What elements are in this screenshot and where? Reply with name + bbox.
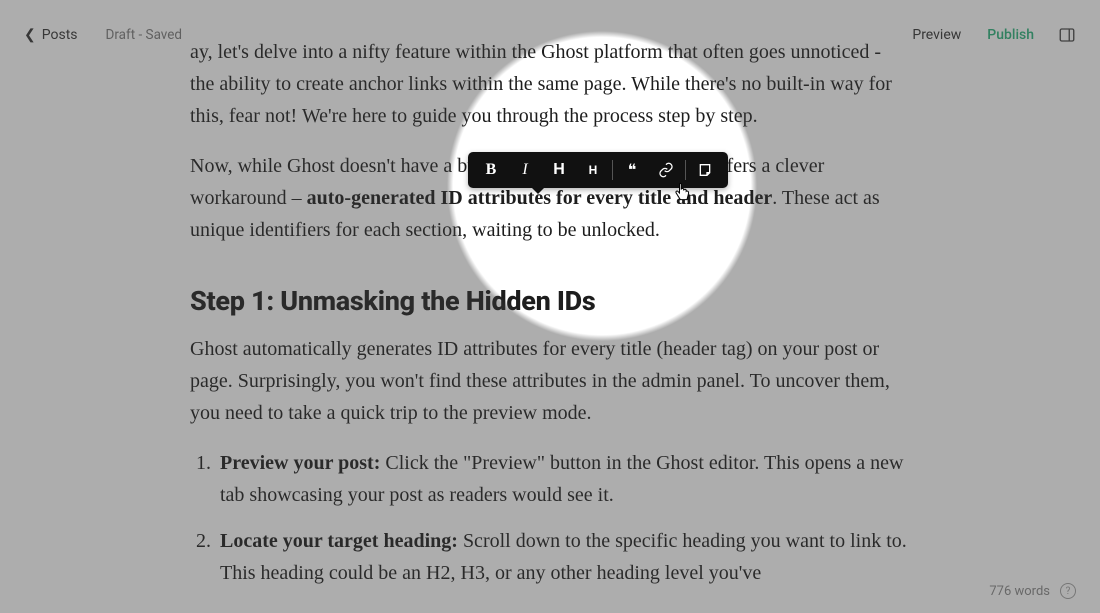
toolbar-separator [685, 160, 686, 180]
list-item[interactable]: Preview your post: Click the "Preview" b… [216, 447, 910, 511]
back-label: Posts [42, 27, 78, 43]
help-button[interactable]: ? [1060, 583, 1076, 599]
paragraph[interactable]: Ghost automatically generates ID attribu… [190, 333, 910, 429]
publish-button[interactable]: Publish [987, 27, 1034, 43]
link-button[interactable] [649, 152, 683, 188]
settings-panel-toggle[interactable] [1058, 26, 1076, 44]
editor-canvas[interactable]: ay, let's delve into a nifty feature wit… [0, 0, 1100, 613]
toolbar-separator [612, 160, 613, 180]
article-content[interactable]: ay, let's delve into a nifty feature wit… [190, 0, 910, 589]
heading-step-1[interactable]: Step 1: Unmasking the Hidden IDs [190, 280, 910, 323]
save-status: Draft - Saved [106, 27, 183, 43]
sidebar-panel-icon [1058, 26, 1076, 44]
note-icon [697, 162, 713, 178]
link-icon [658, 162, 674, 178]
heading2-button[interactable]: H [542, 152, 576, 188]
italic-button[interactable]: I [508, 152, 542, 188]
heading3-button[interactable]: H [576, 152, 610, 188]
list-item[interactable]: Locate your target heading: Scroll down … [216, 525, 910, 589]
formatting-toolbar: B I H H ❝ [468, 152, 728, 188]
bold-button[interactable]: B [474, 152, 508, 188]
editor-topbar: ❮ Posts Draft - Saved Preview Publish [0, 0, 1100, 70]
editor-footer: 776 words ? [989, 583, 1076, 599]
back-to-posts[interactable]: ❮ Posts [24, 27, 78, 43]
ordered-list[interactable]: Preview your post: Click the "Preview" b… [190, 447, 910, 589]
snippet-button[interactable] [688, 152, 722, 188]
chevron-left-icon: ❮ [24, 27, 36, 43]
word-count: 776 words [989, 584, 1050, 599]
preview-button[interactable]: Preview [912, 27, 961, 43]
quote-button[interactable]: ❝ [615, 152, 649, 188]
